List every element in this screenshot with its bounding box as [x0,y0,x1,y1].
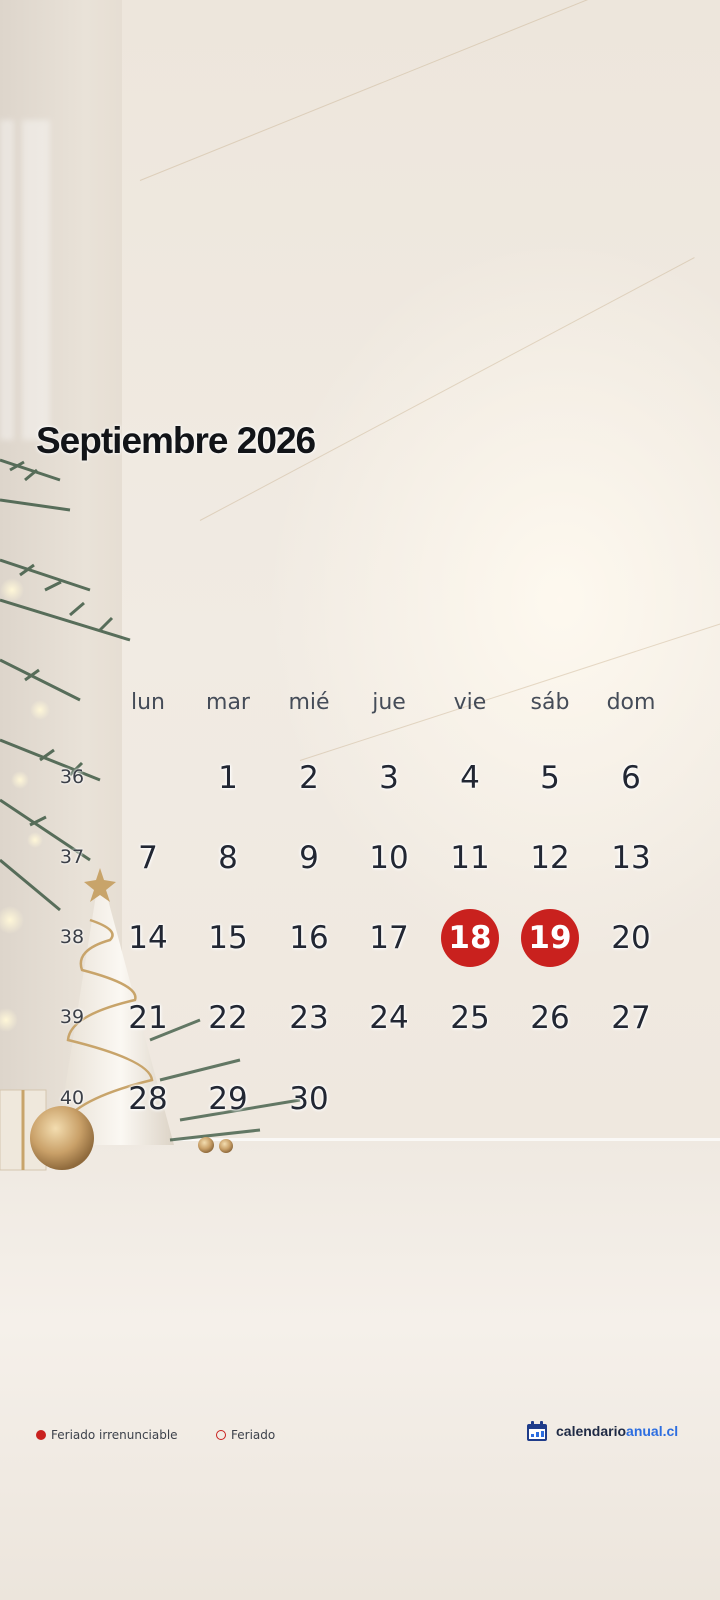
day-cell: 12 [530,840,570,876]
day-cell: 9 [299,840,319,876]
marble-floor [0,1140,720,1600]
month-title: Septiembre 2026 [36,420,316,461]
day-cell: 10 [369,840,409,876]
week-number: 37 [59,846,85,868]
week-number: 40 [59,1087,85,1109]
day-cell: 29 [208,1081,248,1117]
day-cell: 3 [379,760,399,796]
week-number: 36 [59,766,85,788]
weekday-label: lun [131,690,165,715]
day-cell: 24 [369,1000,409,1036]
day-cell: 20 [611,920,651,956]
week-number: 39 [59,1006,85,1028]
legend-filled-dot-icon [36,1430,46,1440]
legend-feriado: Feriado [216,1425,275,1445]
calendar-icon [527,1421,547,1441]
day-cell: 7 [138,840,158,876]
day-cell: 2 [299,760,319,796]
weekday-label: dom [606,690,656,715]
brand-logo: calendarioanual.cl [526,1420,678,1442]
brand-name-part1: calendario [556,1423,627,1439]
day-cell: 30 [289,1081,329,1117]
day-cell: 14 [128,920,168,956]
weekday-label: mar [206,690,250,715]
day-cell-holiday: 19 [521,909,579,967]
day-cell: 21 [128,1000,168,1036]
day-cell: 28 [128,1081,168,1117]
brand-name: calendarioanual.cl [556,1423,678,1439]
week-number: 38 [59,926,85,948]
legend-label: Feriado irrenunciable [51,1428,178,1442]
weekday-label: vie [453,690,487,715]
day-cell: 27 [611,1000,651,1036]
brand-name-part2: anual.cl [626,1423,679,1439]
day-cell-holiday: 18 [441,909,499,967]
day-cell: 16 [289,920,329,956]
weekday-header: lun mar mié jue vie sáb dom [0,690,720,720]
day-cell: 6 [621,760,641,796]
legend-label: Feriado [231,1428,276,1442]
day-cell: 23 [289,1000,329,1036]
window-light [0,120,60,440]
day-cell: 1 [218,760,238,796]
day-cell: 22 [208,1000,248,1036]
legend-outline-dot-icon [216,1430,226,1440]
day-cell: 13 [611,840,651,876]
weekday-label: mié [288,690,330,715]
day-cell: 26 [530,1000,570,1036]
day-cell: 8 [218,840,238,876]
day-cell: 5 [540,760,560,796]
day-cell: 17 [369,920,409,956]
day-cell: 25 [450,1000,490,1036]
day-cell: 15 [208,920,248,956]
weekday-label: sáb [530,690,570,715]
weekday-label: jue [372,690,406,715]
legend-irrenunciable: Feriado irrenunciable [36,1425,178,1445]
day-cell: 4 [460,760,480,796]
day-cell: 11 [450,840,490,876]
